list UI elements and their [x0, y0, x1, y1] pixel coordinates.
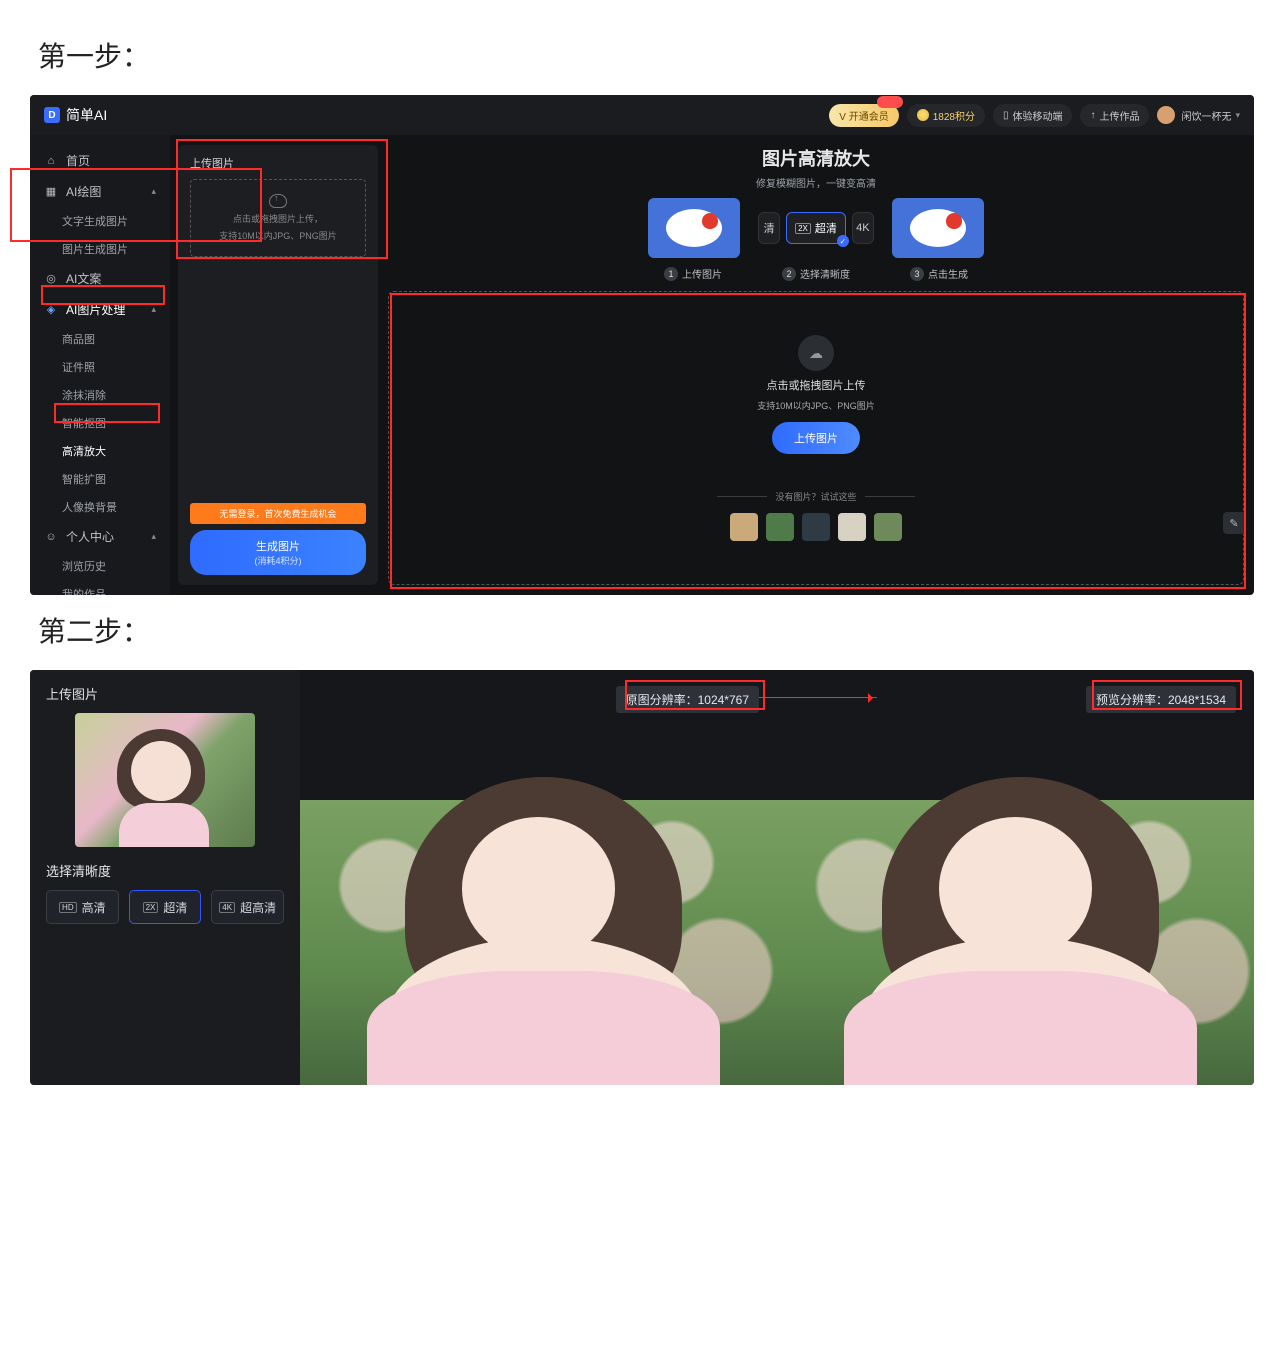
sidebar-ai-write[interactable]: ◎AI文案 [30, 263, 170, 294]
sidebar-home[interactable]: ⌂首页 [30, 145, 170, 176]
clarity-uuhd-button[interactable]: 4K超高清 [211, 890, 284, 924]
mode-4k-button[interactable]: 4K [852, 212, 874, 244]
preview-before [648, 198, 740, 258]
sidebar-item[interactable]: 文字生成图片 [30, 207, 170, 235]
sidebar-item[interactable]: 涂抹消除 [30, 381, 170, 409]
mobile-button[interactable]: ▯ 体验移动端 [993, 104, 1073, 127]
logo-text: 简单AI [66, 105, 107, 125]
mode-group: 清 2X超清 4K [758, 212, 874, 244]
chevron-up-icon: ▴ [151, 531, 156, 542]
step-pill: 2选择清晰度 [782, 266, 850, 281]
original-half: 原图分辨率：1024*767 [300, 670, 777, 1085]
preview-image [777, 800, 1254, 1085]
sample-thumb[interactable] [874, 513, 902, 541]
cloud-upload-icon [269, 194, 287, 208]
sidebar-item[interactable]: 智能抠图 [30, 409, 170, 437]
upload-panel: 上传图片 点击或拖拽图片上传， 支持10M以内JPG、PNG图片 无需登录，首次… [178, 145, 378, 585]
vip-button[interactable]: V 开通会员 [829, 104, 898, 127]
sample-thumb[interactable] [802, 513, 830, 541]
sidebar: ⌂首页 ▦AI绘图▴ 文字生成图片 图片生成图片 ◎AI文案 ◈AI图片处理▴ … [30, 135, 170, 595]
sidebar-item[interactable]: 图片生成图片 [30, 235, 170, 263]
edit-fab-icon[interactable]: ✎ [1223, 512, 1244, 534]
cloud-upload-icon: ☁ [798, 335, 834, 371]
sample-thumb[interactable] [838, 513, 866, 541]
logo[interactable]: D 简单AI [44, 105, 107, 125]
sidebar-ai-image[interactable]: ◈AI图片处理▴ [30, 294, 170, 325]
app-header: D 简单AI V 开通会员 1828积分 ▯ 体验移动端 ↑ 上传作品 闲饮一杯… [30, 95, 1254, 135]
sidebar-item[interactable]: 浏览历史 [30, 552, 170, 580]
drop-sub: 支持10M以内JPG、PNG图片 [757, 399, 875, 412]
chevron-up-icon: ▴ [151, 304, 156, 315]
steps-row: 1上传图片 2选择清晰度 3点击生成 [388, 266, 1244, 281]
app1-container: D 简单AI V 开通会员 1828积分 ▯ 体验移动端 ↑ 上传作品 闲饮一杯… [30, 95, 1254, 595]
drop-title: 点击或拖拽图片上传 [767, 377, 866, 393]
step2-label: 第二步： [38, 610, 1254, 650]
preview-resolution-label: 预览分辨率：2048*1534 [1086, 686, 1236, 713]
avatar[interactable] [1157, 106, 1175, 124]
promo-badge: 无需登录，首次免费生成机会 [190, 503, 366, 524]
upload-work-button[interactable]: ↑ 上传作品 [1080, 104, 1149, 127]
uploaded-thumb[interactable] [75, 713, 255, 847]
home-icon: ⌂ [44, 154, 58, 168]
sidebar-item[interactable]: 证件照 [30, 353, 170, 381]
step-pill: 1上传图片 [664, 266, 722, 281]
sample-thumb[interactable] [730, 513, 758, 541]
clarity-options: HD高清 2X超清 4K超高清 [46, 890, 284, 924]
preview-after [892, 198, 984, 258]
doc-icon: ◎ [44, 272, 58, 286]
app2-container: 上传图片 选择清晰度 HD高清 2X超清 4K超高清 原图分辨率：1024*76… [30, 670, 1254, 1085]
username[interactable]: 闲饮一杯无 [1181, 108, 1231, 123]
user-icon: ☺ [44, 530, 58, 544]
page-subtitle: 修复模糊图片，一键变高清 [388, 175, 1244, 190]
sample-hint: 没有图片？试试这些 [717, 490, 914, 503]
main-panel: 图片高清放大 修复模糊图片，一键变高清 清 2X超清 4K 1上传图片 2选择 [388, 145, 1244, 585]
page-title: 图片高清放大 [388, 145, 1244, 171]
sidebar-item[interactable]: 智能扩图 [30, 465, 170, 493]
upload-dropzone-small[interactable]: 点击或拖拽图片上传， 支持10M以内JPG、PNG图片 [190, 179, 366, 257]
generate-button[interactable]: 生成图片 (消耗4积分) [190, 530, 366, 575]
clarity-hd-button[interactable]: HD高清 [46, 890, 119, 924]
sidebar-item[interactable]: 商品图 [30, 325, 170, 353]
upload-panel-title: 上传图片 [190, 155, 366, 171]
phone-icon: ▯ [1003, 110, 1009, 121]
clarity-section-label: 选择清晰度 [46, 861, 284, 880]
compare-view: 原图分辨率：1024*767 预览分辨率：2048*1534 [300, 670, 1254, 1085]
panel-title: 上传图片 [46, 684, 284, 703]
sample-thumbs [730, 513, 902, 541]
mode-2x-button[interactable]: 2X超清 [786, 212, 846, 244]
sidebar-item-upscale[interactable]: 高清放大 [30, 437, 170, 465]
upload-button[interactable]: 上传图片 [772, 422, 860, 454]
logo-icon: D [44, 107, 60, 123]
badge-icon: 2X [795, 223, 811, 234]
original-image [300, 800, 777, 1085]
upload-dropzone-large[interactable]: ☁ 点击或拖拽图片上传 支持10M以内JPG、PNG图片 上传图片 没有图片？试… [388, 291, 1244, 585]
step-pill: 3点击生成 [910, 266, 968, 281]
upload-icon: ↑ [1090, 110, 1095, 121]
orig-resolution-label: 原图分辨率：1024*767 [616, 686, 759, 713]
points-pill[interactable]: 1828积分 [907, 104, 985, 127]
step2-panel: 上传图片 选择清晰度 HD高清 2X超清 4K超高清 [30, 670, 300, 1085]
chevron-down-icon: ▾ [1235, 110, 1240, 121]
sample-thumb[interactable] [766, 513, 794, 541]
image-icon: ▦ [44, 185, 58, 199]
chevron-up-icon: ▴ [151, 186, 156, 197]
coin-icon [917, 109, 929, 121]
sidebar-item[interactable]: 我的作品 [30, 580, 170, 595]
magic-icon: ◈ [44, 303, 58, 317]
mode-hd-button[interactable]: 清 [758, 212, 780, 244]
sidebar-ai-draw[interactable]: ▦AI绘图▴ [30, 176, 170, 207]
sidebar-item[interactable]: 人像换背景 [30, 493, 170, 521]
step1-label: 第一步： [38, 35, 1254, 75]
clarity-uhd-button[interactable]: 2X超清 [129, 890, 202, 924]
preview-half: 预览分辨率：2048*1534 [777, 670, 1254, 1085]
sidebar-personal[interactable]: ☺个人中心▴ [30, 521, 170, 552]
hero: 图片高清放大 修复模糊图片，一键变高清 清 2X超清 4K 1上传图片 2选择 [388, 145, 1244, 281]
